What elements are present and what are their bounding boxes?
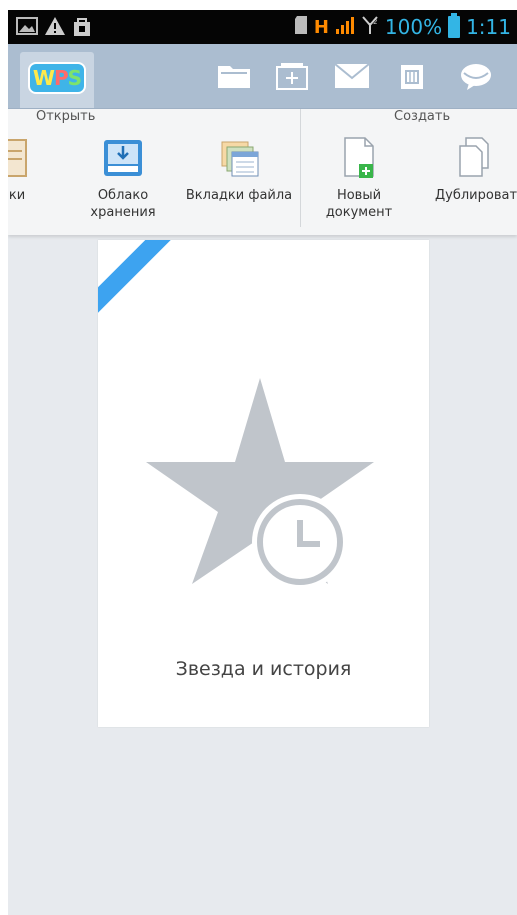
- mail-icon: [334, 63, 370, 88]
- folder-icon: [218, 66, 250, 88]
- battery-icon: [448, 13, 461, 38]
- clock: 1:11: [466, 15, 511, 39]
- file-tabs-icon: [221, 141, 259, 177]
- signal-icon: [335, 15, 355, 40]
- group-divider: [300, 109, 301, 227]
- card-title: Звезда и история: [175, 658, 352, 680]
- star-history-card[interactable]: Звезда и история: [98, 240, 429, 727]
- bookmarks-icon: [8, 139, 27, 177]
- gallery-icon: [16, 16, 38, 40]
- svg-text:2: 2: [373, 18, 377, 26]
- tool-new-document-label: Новый документ: [325, 188, 393, 220]
- new-document-button[interactable]: [272, 58, 312, 94]
- tool-duplicate-label: Дублироват: [434, 188, 517, 203]
- tool-cloud-storage[interactable]: Облако хранения: [78, 129, 168, 221]
- screen: H 2 100% 1:11 WPS Открыть Создать ки Обл…: [8, 10, 517, 915]
- mail-button[interactable]: [332, 58, 372, 94]
- network-type: H: [313, 16, 329, 38]
- tool-cloud-storage-label: Облако хранения: [90, 188, 156, 220]
- no-sim-signal-icon: 2: [361, 15, 379, 40]
- status-bar: H 2 100% 1:11: [8, 10, 517, 44]
- tool-new-document[interactable]: Новый документ: [314, 129, 404, 221]
- chat-button[interactable]: [456, 58, 496, 94]
- corner-ribbon: [98, 240, 178, 320]
- new-file-icon: [276, 63, 308, 90]
- new-document-icon: [344, 137, 374, 178]
- app-toolbar: WPS: [8, 44, 517, 109]
- star-clock-icon: [146, 378, 374, 590]
- logo-letter-w: W: [32, 66, 55, 90]
- sd-card-icon: [294, 15, 308, 40]
- speech-bubble-icon: [461, 64, 491, 90]
- bag-icon: [72, 16, 92, 42]
- trash-icon: [401, 65, 423, 89]
- home-tab[interactable]: WPS: [20, 52, 94, 108]
- open-group-title: Открыть: [36, 109, 96, 124]
- logo-letter-s: S: [67, 66, 82, 90]
- delete-button[interactable]: [392, 58, 432, 94]
- warning-icon: [44, 16, 66, 40]
- wps-logo: WPS: [28, 62, 86, 94]
- cloud-storage-icon: [104, 140, 142, 176]
- open-folder-button[interactable]: [214, 58, 254, 94]
- battery-percent: 100%: [384, 15, 443, 39]
- logo-letter-p: P: [53, 66, 69, 90]
- tool-bookmarks[interactable]: ки: [8, 129, 28, 204]
- status-right: H 2 100% 1:11: [294, 10, 511, 44]
- tool-bookmarks-label: ки: [8, 188, 26, 203]
- ribbon: Открыть Создать ки Облако хранения Вклад…: [8, 109, 517, 235]
- duplicate-icon: [459, 137, 489, 177]
- tool-file-tabs[interactable]: Вкладки файла: [180, 129, 298, 204]
- tool-file-tabs-label: Вкладки файла: [185, 188, 293, 203]
- create-group-title: Создать: [394, 109, 451, 124]
- tool-duplicate[interactable]: Дублироват: [426, 129, 517, 204]
